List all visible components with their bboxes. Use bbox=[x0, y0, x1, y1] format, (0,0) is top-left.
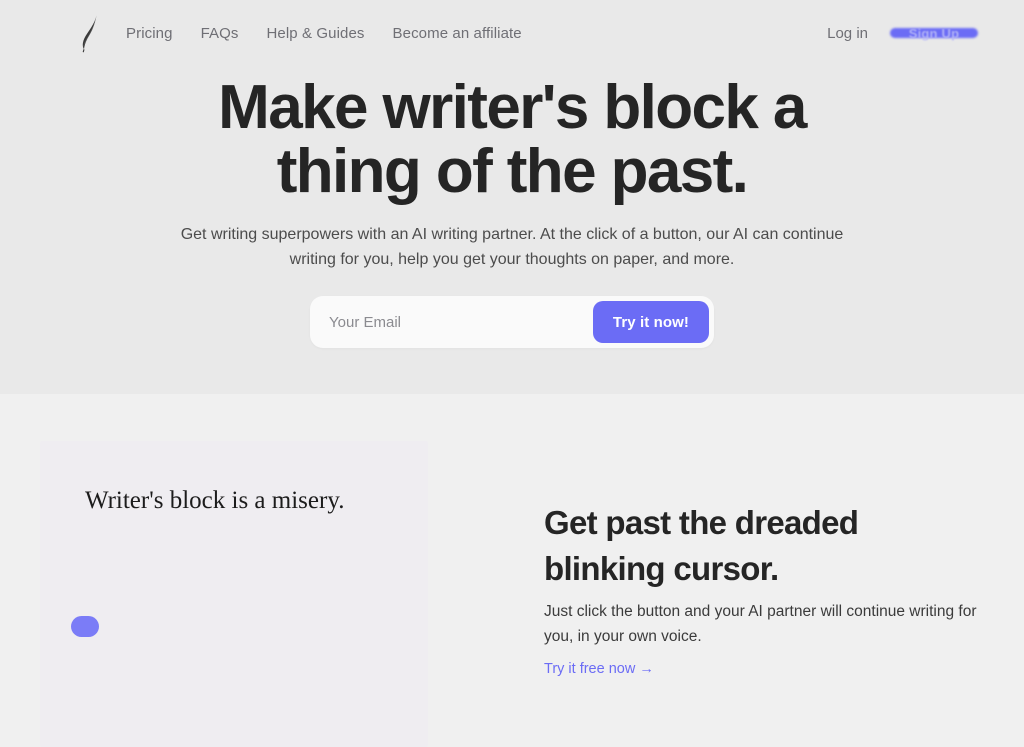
hero-subtitle: Get writing superpowers with an AI writi… bbox=[180, 226, 844, 268]
hero-section: Pricing FAQs Help & Guides Become an aff… bbox=[0, 0, 1024, 394]
nav-link-faqs[interactable]: FAQs bbox=[201, 25, 239, 42]
hero-title-line-2: thing of the past. bbox=[276, 137, 749, 206]
nav-link-help-guides[interactable]: Help & Guides bbox=[266, 25, 364, 42]
feather-quill-icon[interactable] bbox=[72, 11, 108, 55]
hero-title-line-1: Make writer's block a bbox=[218, 73, 807, 142]
demo-quote-text: Writer's block is a misery. bbox=[85, 487, 345, 514]
feature-copy: Get past the dreaded blinking cursor. Ju… bbox=[544, 500, 994, 678]
login-link[interactable]: Log in bbox=[827, 25, 868, 42]
feature-title-line-1: Get past the dreaded bbox=[544, 504, 859, 541]
nav-links: Pricing FAQs Help & Guides Become an aff… bbox=[126, 25, 522, 42]
feature-body-text: Just click the button and your AI partne… bbox=[544, 603, 977, 645]
top-navigation-bar: Pricing FAQs Help & Guides Become an aff… bbox=[0, 0, 1024, 66]
try-it-free-link[interactable]: Try it free now → bbox=[544, 661, 654, 677]
feature-section: Writer's block is a misery. Get past the… bbox=[0, 394, 1024, 747]
nav-link-become-an-affiliate[interactable]: Become an affiliate bbox=[393, 25, 522, 42]
email-signup-form: Try it now! bbox=[310, 296, 714, 348]
page-title: Make writer's block a thing of the past. bbox=[162, 76, 862, 204]
feature-title-line-2: blinking cursor. bbox=[544, 550, 779, 587]
email-input[interactable] bbox=[315, 301, 593, 343]
try-it-now-button[interactable]: Try it now! bbox=[592, 301, 709, 343]
writing-demo-card: Writer's block is a misery. bbox=[40, 441, 428, 747]
signup-button-label: Sign Up bbox=[908, 25, 960, 41]
nav-account-actions: Log in Sign Up bbox=[827, 25, 1000, 42]
signup-button[interactable]: Sign Up bbox=[890, 25, 978, 41]
feature-title: Get past the dreaded blinking cursor. bbox=[544, 500, 994, 592]
hero-content: Make writer's block a thing of the past.… bbox=[0, 66, 1024, 348]
purple-dot-indicator[interactable] bbox=[71, 616, 99, 637]
nav-link-pricing[interactable]: Pricing bbox=[126, 25, 173, 42]
